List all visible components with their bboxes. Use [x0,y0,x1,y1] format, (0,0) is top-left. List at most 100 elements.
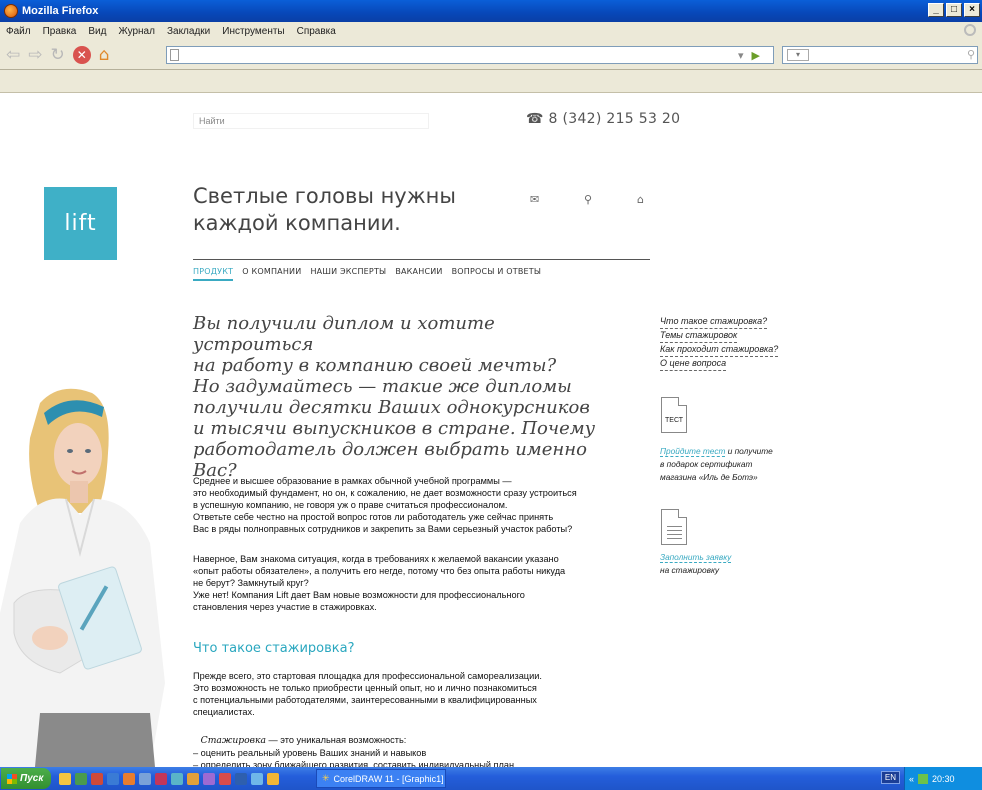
quick-launch-icon[interactable] [219,772,231,785]
intro-line: получили десятки Ваших однокурсников [193,397,590,418]
tab-experts[interactable]: НАШИ ЭКСПЕРТЫ [310,267,386,281]
windows-logo-icon [7,773,17,784]
phone-number: ☎ 8 (342) 215 53 20 [526,111,680,127]
paragraph-2: Наверное, Вам знакома ситуация, когда в … [193,553,643,613]
headline-line: Светлые головы нужны [193,184,456,208]
menu-bookmarks[interactable]: Закладки [167,26,210,37]
home-icon[interactable]: ⌂ [99,45,110,65]
text-line: не берут? Замкнутый круг? [193,578,309,588]
tray-arrow-icon[interactable]: « [909,774,914,784]
text-line: Прежде всего, это стартовая площадка для… [193,671,542,681]
quick-launch-icon[interactable] [107,772,119,785]
reload-icon[interactable]: ↻ [51,45,65,65]
menu-bar: Файл Правка Вид Журнал Закладки Инструме… [0,22,982,40]
apply-link[interactable]: Заполнить заявку [660,552,732,563]
quick-launch-icon[interactable] [235,772,247,785]
quick-launch-icon[interactable] [203,772,215,785]
take-test-link[interactable]: Пройдите тест [660,446,726,457]
side-link-how[interactable]: Как проходит стажировка? [660,343,779,357]
menu-view[interactable]: Вид [88,26,106,37]
intro-quote: Вы получили диплом и хотите устроиться н… [193,313,613,481]
windows-taskbar: Пуск ✳ CorelDRAW 11 - [Graphic1] EN « 20… [0,767,982,790]
start-label: Пуск [20,773,44,784]
main-nav: ПРОДУКТ О КОМПАНИИ НАШИ ЭКСПЕРТЫ ВАКАНСИ… [193,259,650,281]
list-item: – определить зону ближайшего развития, с… [193,760,515,767]
page-icon [170,49,179,61]
dropdown-arrow-icon[interactable]: ▾ [738,49,744,62]
start-button[interactable]: Пуск [1,768,51,789]
clock[interactable]: 20:30 [932,774,955,784]
taskbar-app-label: CorelDRAW 11 - [Graphic1] [333,773,444,784]
menu-history[interactable]: Журнал [118,26,155,37]
phone-icon: ☎ [526,111,544,127]
quick-launch-icon[interactable] [267,772,279,785]
window-titlebar: Mozilla Firefox _ □ × [0,0,982,22]
site-search-input[interactable]: Найти [193,113,429,129]
paragraph-3: Прежде всего, это стартовая площадка для… [193,670,643,718]
page-headline: Светлые головы нужны каждой компании. [193,183,523,237]
test-note-line2: в подарок сертификат [660,459,753,469]
test-document-icon[interactable]: ТЕСТ [661,397,687,433]
quick-launch-icon[interactable] [59,772,71,785]
text-line: становления через участие в стажировках. [193,602,377,612]
menu-edit[interactable]: Правка [43,26,77,37]
mail-icon[interactable]: ✉ [530,193,539,206]
list-item: – оценить реальный уровень Ваших знаний … [193,748,427,758]
search-icon[interactable]: ⚲ [967,48,975,61]
tab-company[interactable]: О КОМПАНИИ [242,267,301,281]
back-icon[interactable]: ⇦ [6,45,20,65]
doc-line [667,530,682,531]
menu-file[interactable]: Файл [6,26,31,37]
application-document-icon[interactable] [661,509,687,545]
quick-launch-icon[interactable] [123,772,135,785]
site-logo[interactable]: lift [44,187,117,260]
text-line: в успешную компанию, не говоря уж о прав… [193,500,508,510]
quick-launch-icon[interactable] [139,772,151,785]
navigation-toolbar: ⇦ ⇨ ↻ ✕ ⌂ ▾ ▶ ▾ ⚲ [0,40,982,70]
go-controls: ▾ ▶ [738,49,760,62]
opportunities-list: Стажировка — это уникальная возможность:… [193,734,643,767]
language-indicator[interactable]: EN [880,771,900,784]
doc-line [667,526,682,527]
quick-launch-icon[interactable] [155,772,167,785]
test-note-line3: магазина «Иль де Ботэ» [660,472,758,482]
text-line: специалистах. [193,707,255,717]
quick-launch-icon[interactable] [75,772,87,785]
text-line: Это возможность не только приобрести цен… [193,683,537,693]
home-icon[interactable]: ⌂ [637,193,644,206]
quick-launch-icon[interactable] [91,772,103,785]
menu-tools[interactable]: Инструменты [222,26,284,37]
browser-search-input[interactable]: ▾ ⚲ [782,46,978,64]
doc-line [667,534,682,535]
tab-product[interactable]: ПРОДУКТ [193,267,234,281]
quick-launch [59,772,279,785]
tab-vacancies[interactable]: ВАКАНСИИ [395,267,442,281]
tab-faq[interactable]: ВОПРОСЫ И ОТВЕТЫ [452,267,542,281]
intro-line: и тысячи выпускников в стране. Почему [193,418,596,439]
minimize-button[interactable]: _ [928,3,944,17]
maximize-button[interactable]: □ [946,3,962,17]
network-icon[interactable] [918,773,929,784]
doc-line [667,538,682,539]
quick-launch-icon[interactable] [187,772,199,785]
search-engine-icon[interactable]: ▾ [787,49,809,61]
stop-icon[interactable]: ✕ [72,45,91,64]
quick-launch-icon[interactable] [171,772,183,785]
side-link-what-is[interactable]: Что такое стажировка? [660,315,768,329]
search-icon[interactable]: ⚲ [584,193,592,206]
quick-launch-icon[interactable] [251,772,263,785]
side-link-topics[interactable]: Темы стажировок [660,329,738,343]
apply-note-line2: на стажировку [660,565,720,575]
go-icon[interactable]: ▶ [752,49,760,62]
menu-help[interactable]: Справка [297,26,336,37]
close-button[interactable]: × [964,3,980,17]
text-line: Наверное, Вам знакома ситуация, когда в … [193,554,559,564]
forward-icon[interactable]: ⇨ [28,45,42,65]
system-tray: « 20:30 [904,767,982,790]
bookmarks-toolbar [0,71,982,93]
url-input[interactable] [166,46,774,64]
text-line: Среднее и высшее образование в рамках об… [193,476,512,486]
text-line: Уже нет! Компания Lift дает Вам новые во… [193,590,525,600]
taskbar-app-button[interactable]: ✳ CorelDRAW 11 - [Graphic1] [316,769,446,788]
side-link-price[interactable]: О цене вопроса [660,357,727,371]
